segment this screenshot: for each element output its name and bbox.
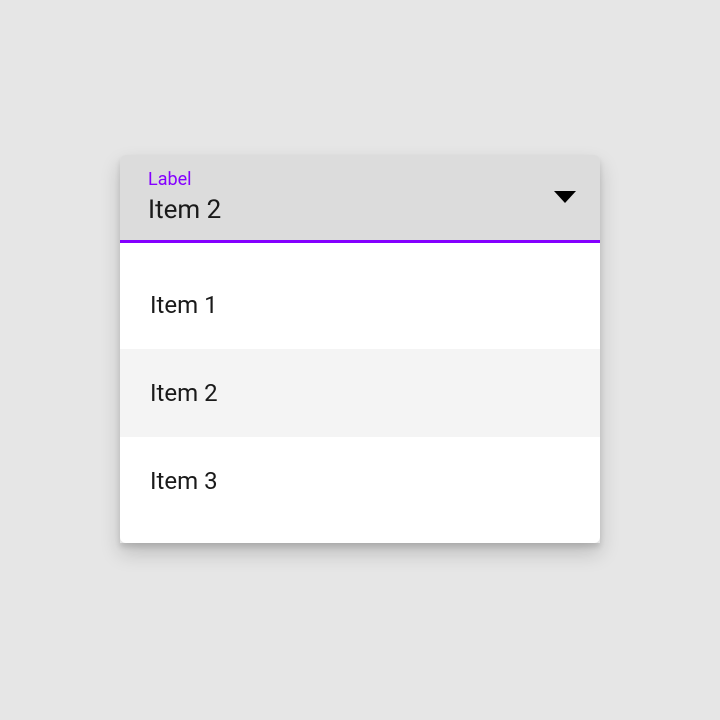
dropdown-item-3[interactable]: Item 3 — [120, 437, 600, 525]
dropdown-item-label: Item 2 — [150, 379, 218, 407]
dropdown-selected-value: Item 2 — [148, 195, 580, 226]
dropdown-header[interactable]: Label Item 2 — [120, 155, 600, 243]
dropdown-menu: Item 1 Item 2 Item 3 — [120, 243, 600, 543]
dropdown-select: Label Item 2 Item 1 Item 2 Item 3 — [120, 155, 600, 543]
dropdown-item-1[interactable]: Item 1 — [120, 261, 600, 349]
dropdown-menu-list: Item 1 Item 2 Item 3 — [120, 243, 600, 543]
dropdown-item-label: Item 1 — [150, 291, 218, 319]
dropdown-item-label: Item 3 — [150, 467, 218, 495]
caret-down-icon — [554, 191, 576, 203]
dropdown-label: Label — [148, 169, 580, 191]
dropdown-item-2[interactable]: Item 2 — [120, 349, 600, 437]
